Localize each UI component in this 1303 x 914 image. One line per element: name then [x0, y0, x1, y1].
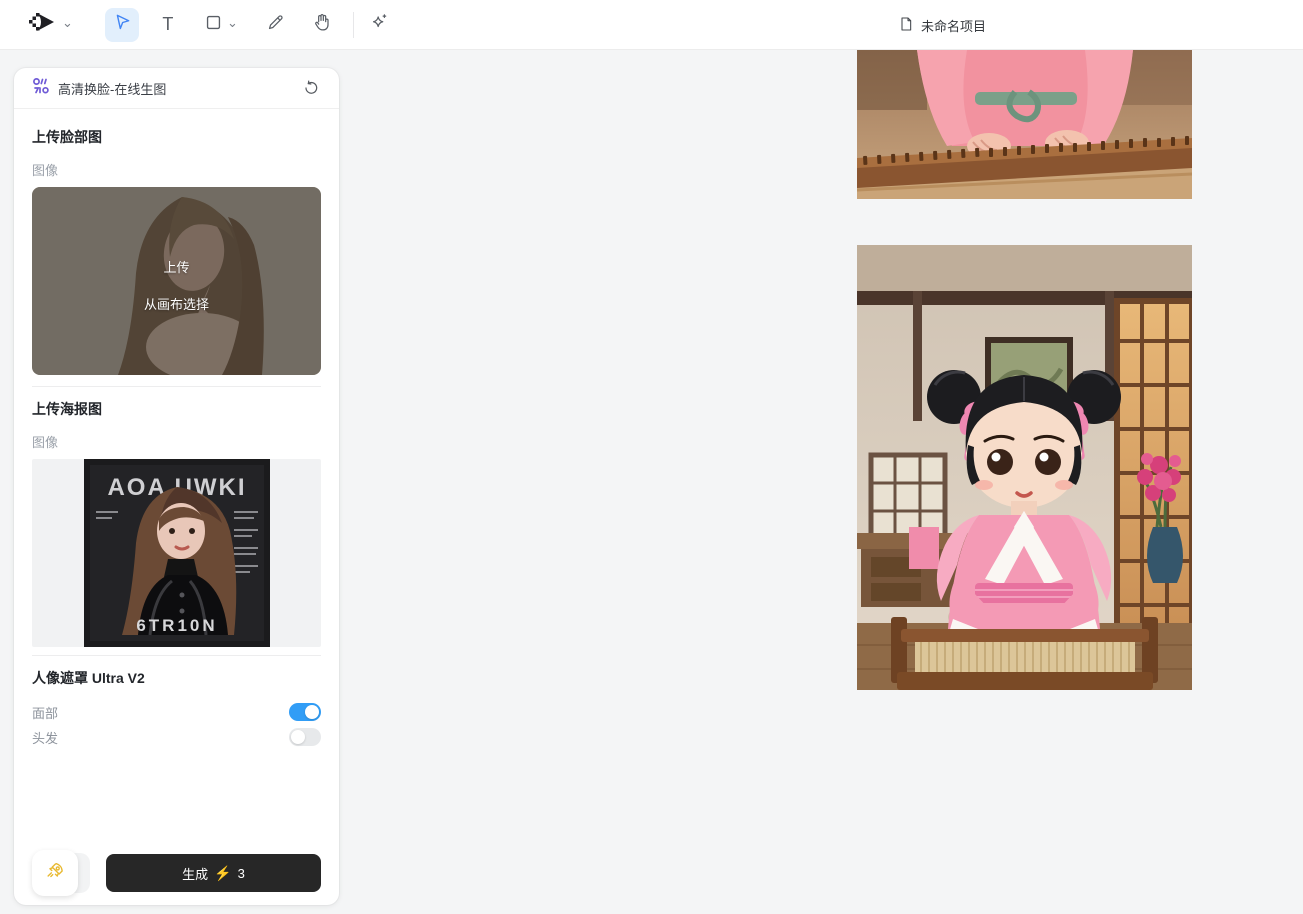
hair-mask-label: 头发	[32, 728, 58, 747]
section-divider	[32, 386, 321, 387]
reset-button[interactable]	[299, 76, 323, 100]
poster-image-uploader[interactable]: AOA UWKI 6TR10N	[32, 459, 321, 647]
poster-photo: AOA UWKI 6TR10N	[84, 459, 270, 647]
top-toolbar: ⌄ T ⌄	[0, 0, 1303, 50]
app-logo-icon	[28, 10, 58, 39]
panel-title: 高清换脸-在线生图	[58, 79, 299, 98]
rocket-button[interactable]	[32, 850, 78, 896]
text-tool-icon: T	[162, 14, 173, 35]
pencil-icon	[266, 13, 285, 37]
panel-header: 高清换脸-在线生图	[14, 68, 339, 109]
face-mask-row: 面部	[32, 702, 321, 722]
poster-image-label: 图像	[32, 432, 321, 451]
hair-mask-row: 头发	[32, 727, 321, 747]
mask-section-title: 人像遮罩 Ultra V2	[32, 668, 321, 688]
credits-count: 3	[238, 866, 245, 881]
hand-icon	[312, 12, 332, 37]
chevron-down-icon: ⌄	[62, 18, 73, 28]
upload-button[interactable]: 上传	[32, 257, 321, 276]
rectangle-icon	[204, 13, 223, 37]
hair-mask-toggle[interactable]	[289, 728, 321, 746]
workflow-icon	[32, 77, 50, 100]
ai-tool-button[interactable]	[362, 8, 396, 42]
section-divider	[32, 655, 321, 656]
project-title[interactable]: 未命名项目	[898, 0, 986, 50]
rocket-icon	[44, 860, 66, 887]
pencil-tool-button[interactable]	[259, 8, 293, 42]
face-section-title: 上传脸部图	[32, 127, 321, 147]
canvas-image-girl[interactable]	[857, 245, 1192, 690]
lightning-icon: ⚡	[214, 865, 231, 882]
svg-text:6TR10N: 6TR10N	[136, 616, 217, 635]
generate-button[interactable]: 生成 ⚡ 3	[106, 854, 321, 892]
cursor-icon	[112, 12, 132, 37]
generation-panel: 高清换脸-在线生图 上传脸部图 图像 上传 从画布选择 上传海报图 图像	[14, 68, 339, 905]
toolbar-divider	[353, 12, 354, 38]
panel-footer: 生成 ⚡ 3	[32, 853, 321, 893]
face-image-overlay	[32, 187, 321, 375]
face-mask-toggle[interactable]	[289, 703, 321, 721]
face-image-uploader[interactable]: 上传 从画布选择	[32, 187, 321, 375]
sparkle-plus-icon	[369, 12, 389, 37]
shape-tool-button[interactable]: ⌄	[197, 8, 245, 42]
boost-switch[interactable]	[32, 853, 90, 893]
canvas-image-guzheng-crop[interactable]	[857, 50, 1192, 199]
app-logo-menu[interactable]: ⌄	[28, 10, 73, 39]
document-icon	[898, 16, 914, 35]
select-tool-button[interactable]	[105, 8, 139, 42]
poster-section-title: 上传海报图	[32, 399, 321, 419]
hand-tool-button[interactable]	[305, 8, 339, 42]
generate-label: 生成	[182, 864, 208, 883]
face-image-label: 图像	[32, 160, 321, 179]
text-tool-button[interactable]: T	[151, 8, 185, 42]
select-from-canvas-button[interactable]: 从画布选择	[32, 294, 321, 313]
project-title-text: 未命名项目	[921, 16, 986, 35]
chevron-down-icon: ⌄	[227, 18, 238, 28]
face-mask-label: 面部	[32, 703, 58, 722]
